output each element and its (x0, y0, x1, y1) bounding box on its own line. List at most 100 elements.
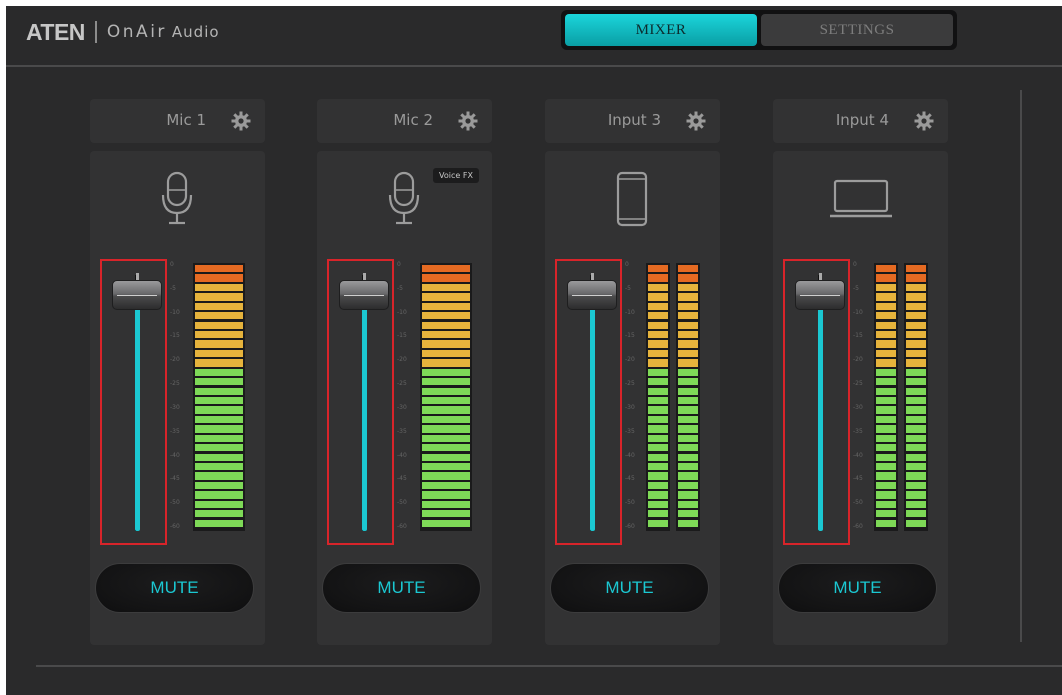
meter-segment (678, 425, 698, 433)
meter-segment (906, 293, 926, 301)
tab-settings[interactable]: SETTINGS (761, 14, 953, 46)
gear-icon[interactable] (686, 111, 706, 131)
scale-tick-label: -10 (853, 308, 863, 316)
scale-tick-label: -25 (170, 380, 180, 388)
scale-tick-label: -15 (625, 332, 635, 340)
meter-segment (876, 387, 896, 395)
gear-icon[interactable] (914, 111, 934, 131)
meter-segment (648, 481, 668, 490)
scale-tick-label: -10 (625, 308, 635, 316)
scale-tick-label: -25 (625, 380, 635, 388)
meter-segment (422, 302, 470, 310)
meter-segment (422, 293, 470, 301)
meter-segment (906, 283, 926, 292)
scale-tick-label: -20 (625, 356, 635, 364)
scale-tick-label: -5 (397, 284, 403, 292)
meter-segment (876, 302, 896, 310)
meter-segment (876, 378, 896, 386)
meter-segment (906, 387, 926, 395)
scale-tick-label: -45 (170, 475, 180, 483)
top-bar: ATEN OnAir Audio MIXER SETTINGS (6, 6, 1062, 62)
meter-segment (422, 265, 470, 273)
meter-segment (678, 359, 698, 367)
scale-tick-label: -40 (170, 451, 180, 459)
meter-segment (876, 359, 896, 367)
gear-icon[interactable] (458, 111, 478, 131)
level-meter-left (646, 263, 670, 531)
meter-segment (906, 331, 926, 339)
fader-knob[interactable] (567, 280, 617, 311)
meter-segment (906, 378, 926, 386)
meter-segment (678, 415, 698, 424)
fader-knob[interactable] (795, 280, 845, 311)
meter-segment (422, 321, 470, 329)
meter-segment (648, 302, 668, 310)
meter-segment (648, 387, 668, 395)
meter-segment (876, 481, 896, 490)
fader-knob[interactable] (112, 280, 162, 311)
scale-tick-label: -60 (397, 523, 407, 530)
meter-segment (876, 368, 896, 376)
level-meter (193, 263, 245, 531)
meter-segment (906, 406, 926, 414)
fader-level-fill (135, 295, 140, 531)
meter-segment (906, 349, 926, 358)
meter-segment (648, 312, 668, 320)
mute-button[interactable]: MUTE (322, 563, 481, 613)
meter-segment (906, 425, 926, 433)
meter-segment (906, 302, 926, 310)
meter-segment (906, 444, 926, 452)
meter-segment (195, 425, 243, 433)
scale-tick-label: -40 (397, 451, 407, 459)
meter-segment (906, 434, 926, 442)
meter-segment (195, 349, 243, 358)
mute-button[interactable]: MUTE (95, 563, 254, 613)
meter-segment (678, 481, 698, 490)
scale-tick-label: -5 (625, 284, 631, 292)
meter-segment (648, 265, 668, 273)
meter-segment (422, 444, 470, 452)
scale-tick-label: -10 (397, 308, 407, 316)
meter-segment (678, 283, 698, 292)
meter-segment (195, 302, 243, 310)
meter-segment (678, 368, 698, 376)
scale-tick-label: -45 (625, 475, 635, 483)
meter-segment (678, 491, 698, 499)
meter-segment (678, 349, 698, 358)
meter-segment (648, 425, 668, 433)
meter-segment (906, 368, 926, 376)
meter-segment (648, 463, 668, 471)
mode-tabs: MIXER SETTINGS (561, 10, 957, 50)
meter-segment (648, 331, 668, 339)
meter-segment (648, 415, 668, 424)
scale-tick-label: -5 (170, 284, 176, 292)
gear-icon[interactable] (231, 111, 251, 131)
channel-body: 0 -5 -10 -15 -20 -25 -30 -35 -40 -45 -50 -60 MUTE (545, 151, 720, 645)
scale-tick-label: -25 (853, 380, 863, 388)
meter-segment (876, 397, 896, 405)
tab-mixer[interactable]: MIXER (565, 14, 757, 46)
meter-segment (422, 331, 470, 339)
logo-sub: Audio (171, 23, 220, 41)
voice-fx-badge[interactable]: Voice FX (433, 168, 479, 183)
meter-segment (906, 397, 926, 405)
scale-tick-label: -35 (397, 427, 407, 435)
meter-segment (906, 312, 926, 320)
meter-segment (648, 472, 668, 480)
meter-scale: 0 -5 -10 -15 -20 -25 -30 -35 -40 -45 -50 -60 (170, 261, 188, 531)
meter-segment (422, 510, 470, 518)
meter-segment (195, 312, 243, 320)
level-meter-right (904, 263, 928, 531)
meter-segment (906, 453, 926, 461)
scale-tick-label: -10 (170, 308, 180, 316)
scale-tick-label: -30 (397, 403, 407, 411)
meter-segment (195, 519, 243, 527)
mute-button[interactable]: MUTE (778, 563, 937, 613)
meter-segment (648, 378, 668, 386)
scale-tick-label: -35 (625, 427, 635, 435)
meter-segment (678, 434, 698, 442)
meter-segment (648, 397, 668, 405)
meter-segment (422, 453, 470, 461)
mute-button[interactable]: MUTE (550, 563, 709, 613)
fader-knob[interactable] (339, 280, 389, 311)
